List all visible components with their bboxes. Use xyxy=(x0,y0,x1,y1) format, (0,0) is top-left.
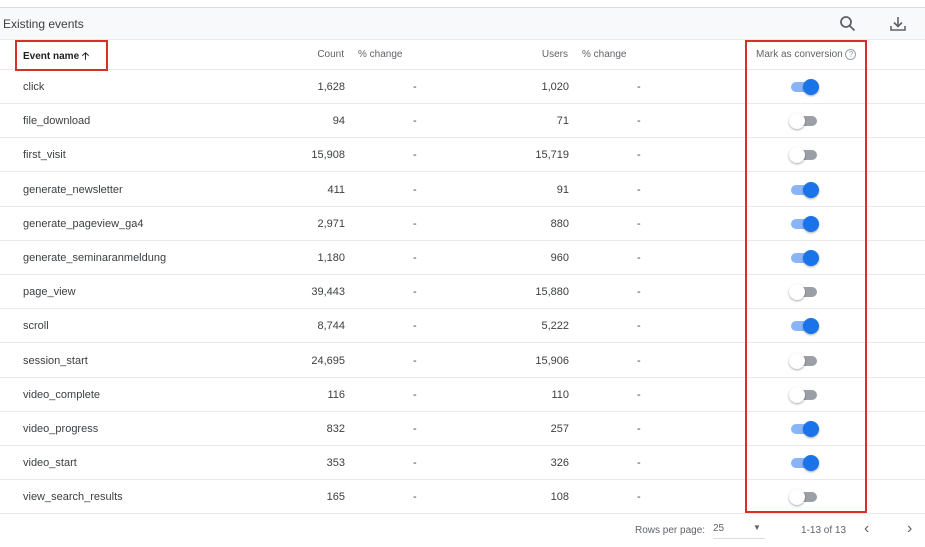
users: 91 xyxy=(556,183,569,196)
users-change: - xyxy=(637,217,641,230)
count-change: - xyxy=(413,354,417,367)
users: 257 xyxy=(550,423,569,435)
highlight-event-name-header xyxy=(15,40,108,71)
table-title: Existing events xyxy=(3,17,84,31)
rows-per-page-value: 25 xyxy=(713,523,725,534)
event-name: generate_pageview_ga4 xyxy=(23,217,144,230)
users-change: - xyxy=(637,457,641,470)
users-change: - xyxy=(637,491,641,504)
count-change: - xyxy=(413,388,417,401)
count: 39,443 xyxy=(311,286,345,299)
count-change: - xyxy=(413,457,417,470)
count: 24,695 xyxy=(311,354,345,367)
count-change: - xyxy=(413,149,417,162)
caret-down-icon: ▼ xyxy=(753,523,761,532)
users-change: - xyxy=(637,388,641,401)
event-name: video_start xyxy=(23,457,77,470)
count-change: - xyxy=(413,81,417,93)
event-name: page_view xyxy=(23,286,76,299)
chevron-right-icon[interactable]: › xyxy=(907,520,912,538)
users-change: - xyxy=(637,81,641,93)
users: 15,719 xyxy=(535,149,569,162)
column-header-count-change[interactable]: % change xyxy=(358,49,402,60)
event-name: generate_newsletter xyxy=(23,183,123,196)
count: 94 xyxy=(332,115,345,128)
count: 1,180 xyxy=(317,252,345,264)
page-range: 1-13 of 13 xyxy=(801,525,847,536)
users: 15,906 xyxy=(535,354,569,367)
users: 15,880 xyxy=(535,286,569,299)
count: 165 xyxy=(326,491,345,504)
users: 110 xyxy=(551,388,569,401)
count-change: - xyxy=(413,183,417,196)
count-change: - xyxy=(413,252,417,264)
count-change: - xyxy=(413,491,417,504)
highlight-conversion-column xyxy=(745,40,867,513)
users-change: - xyxy=(637,183,641,196)
count: 2,971 xyxy=(317,217,345,230)
users-change: - xyxy=(637,115,641,128)
users-change: - xyxy=(637,252,641,264)
users: 880 xyxy=(550,217,569,230)
users: 326 xyxy=(550,457,569,470)
event-name: video_complete xyxy=(23,388,101,401)
count-change: - xyxy=(413,115,417,128)
count: 8,744 xyxy=(317,320,345,333)
search-icon[interactable] xyxy=(838,14,858,34)
count: 353 xyxy=(326,457,345,470)
count-change: - xyxy=(413,286,417,299)
rows-per-page-label: Rows per page: xyxy=(635,525,706,536)
count: 116 xyxy=(327,388,345,401)
count: 832 xyxy=(326,423,345,435)
users: 108 xyxy=(550,491,569,504)
users-change: - xyxy=(637,149,641,162)
count: 15,908 xyxy=(311,149,345,162)
users-change: - xyxy=(637,354,641,367)
users: 1,020 xyxy=(541,81,569,93)
event-name: generate_seminaranmeldung xyxy=(23,252,167,264)
rows-per-page-select[interactable]: 25 ▼ xyxy=(713,523,765,539)
event-name: first_visit xyxy=(23,149,66,162)
users: 960 xyxy=(550,252,569,264)
users: 5,222 xyxy=(541,320,569,333)
count-change: - xyxy=(413,423,417,435)
column-header-count[interactable]: Count xyxy=(317,49,344,60)
count-change: - xyxy=(413,320,417,333)
pagination: Rows per page: 25 ▼ 1-13 of 13 ‹ › xyxy=(0,514,925,547)
users-change: - xyxy=(637,286,641,299)
event-name: file_download xyxy=(23,115,91,128)
chevron-left-icon[interactable]: ‹ xyxy=(864,520,869,538)
column-header-users[interactable]: Users xyxy=(542,49,568,60)
event-name: click xyxy=(23,81,45,93)
event-name: view_search_results xyxy=(23,491,123,504)
event-name: session_start xyxy=(23,354,88,367)
users-change: - xyxy=(637,423,641,435)
event-name: scroll xyxy=(23,320,49,333)
users-change: - xyxy=(637,320,641,333)
event-name: video_progress xyxy=(23,423,99,435)
count: 411 xyxy=(327,183,345,196)
column-header-users-change[interactable]: % change xyxy=(582,49,626,60)
users: 71 xyxy=(556,115,569,128)
count-change: - xyxy=(413,217,417,230)
table-toolbar: Existing events xyxy=(0,8,925,40)
download-icon[interactable] xyxy=(888,14,908,34)
count: 1,628 xyxy=(317,81,345,93)
